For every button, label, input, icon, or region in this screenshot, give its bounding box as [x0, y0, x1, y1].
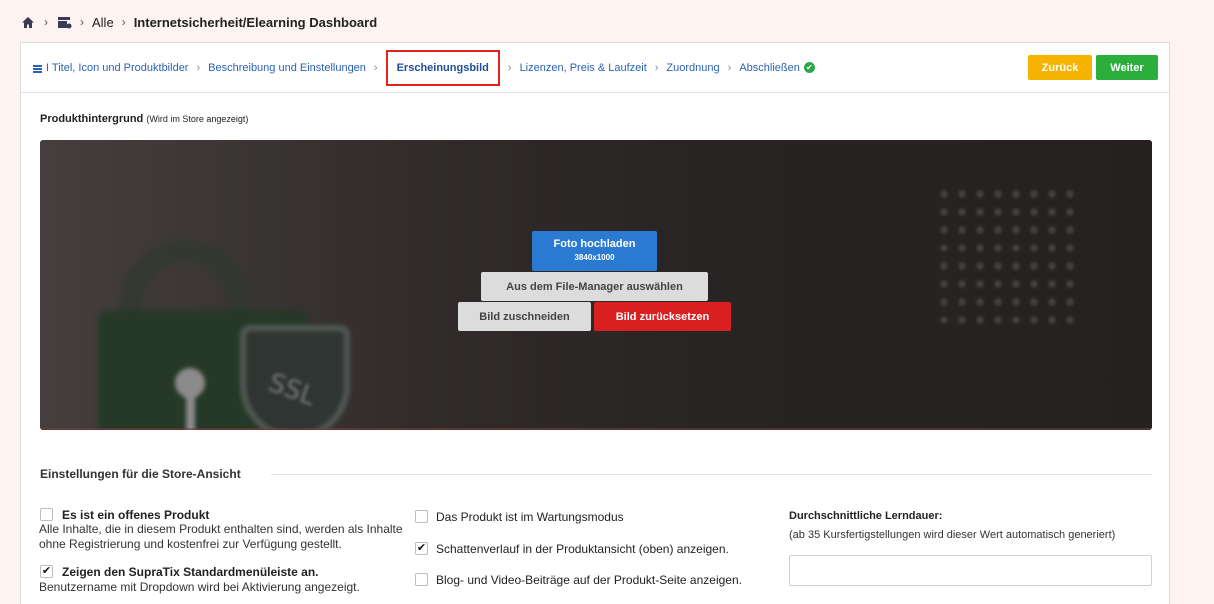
- upload-label: Foto hochladen: [553, 238, 636, 250]
- show-menu-checkbox[interactable]: ✔: [40, 565, 53, 578]
- maintenance-checkbox[interactable]: [415, 510, 428, 523]
- back-button[interactable]: Zurück: [1028, 55, 1092, 80]
- show-menu-label: Zeigen den SupraTix Standardmenüleiste a…: [62, 565, 319, 579]
- chevron-right-icon: ›: [654, 61, 659, 74]
- open-product-checkbox[interactable]: [40, 508, 53, 521]
- background-hint: (Wird im Store angezeigt): [146, 114, 249, 124]
- maintenance-label: Das Produkt ist im Wartungsmodus: [436, 510, 624, 524]
- learning-duration-input[interactable]: [789, 555, 1152, 586]
- product-background-image: SSL Foto hochladen 3840x1000 Aus dem Fil…: [40, 140, 1152, 430]
- background-title: Produkthintergrund: [40, 113, 144, 125]
- chevron-right-icon: ›: [373, 61, 378, 74]
- upload-size: 3840x1000: [574, 253, 615, 262]
- open-product-label: Es ist ein offenes Produkt: [62, 508, 210, 522]
- divider: [271, 474, 1152, 475]
- learning-duration-title: Durchschnittliche Lerndauer:: [789, 510, 943, 522]
- step-navigation: I Titel, Icon und Produktbilder › Beschr…: [21, 43, 1169, 93]
- breadcrumb: › › Alle › Internetsicherheit/Elearning …: [20, 12, 377, 32]
- reset-image-button[interactable]: Bild zurücksetzen: [594, 302, 731, 331]
- file-manager-button[interactable]: Aus dem File-Manager auswählen: [481, 272, 708, 301]
- show-menu-description: Benutzername mit Dropdown wird bei Aktiv…: [39, 580, 360, 594]
- blog-posts-checkbox[interactable]: [415, 573, 428, 586]
- chevron-right-icon: ›: [44, 15, 48, 29]
- step-title-icon-images[interactable]: I Titel, Icon und Produktbilder: [33, 62, 188, 74]
- step-finish[interactable]: Abschließen ✔: [739, 62, 815, 74]
- chevron-right-icon: ›: [196, 61, 201, 74]
- breadcrumb-current: Internetsicherheit/Elearning Dashboard: [133, 14, 378, 30]
- step-assignment[interactable]: Zuordnung: [666, 62, 719, 74]
- open-product-description: Alle Inhalte, die in diesem Produkt enth…: [39, 522, 403, 551]
- chevron-right-icon: ›: [80, 15, 84, 29]
- list-icon: [33, 64, 42, 73]
- step-label: I Titel, Icon und Produktbilder: [46, 61, 189, 74]
- store-icon[interactable]: [56, 14, 72, 30]
- store-settings-title: Einstellungen für die Store-Ansicht: [40, 467, 241, 481]
- upload-photo-button[interactable]: Foto hochladen 3840x1000: [532, 231, 657, 271]
- step-description-settings[interactable]: Beschreibung und Einstellungen: [208, 62, 366, 74]
- chevron-right-icon: ›: [507, 61, 512, 74]
- breadcrumb-all[interactable]: Alle: [92, 15, 114, 30]
- shadow-gradient-label: Schattenverlauf in der Produktansicht (o…: [436, 542, 729, 556]
- step-licenses-price[interactable]: Lizenzen, Preis & Laufzeit: [520, 62, 647, 74]
- step-label: Abschließen: [739, 61, 800, 74]
- next-button[interactable]: Weiter: [1096, 55, 1158, 80]
- learning-duration-hint: (ab 35 Kursfertigstellungen wird dieser …: [789, 529, 1116, 541]
- crop-image-button[interactable]: Bild zuschneiden: [458, 302, 591, 331]
- shadow-gradient-checkbox[interactable]: ✔: [415, 542, 428, 555]
- chevron-right-icon: ›: [727, 61, 732, 74]
- blog-posts-label: Blog- und Video-Beiträge auf der Produkt…: [436, 573, 742, 587]
- step-appearance[interactable]: Erscheinungsbild: [385, 49, 500, 86]
- check-circle-icon: ✔: [803, 62, 815, 73]
- home-icon[interactable]: [20, 14, 36, 30]
- chevron-right-icon: ›: [121, 15, 126, 29]
- background-section-title: Produkthintergrund (Wird im Store angeze…: [40, 113, 248, 125]
- product-editor-card: I Titel, Icon und Produktbilder › Beschr…: [20, 42, 1170, 604]
